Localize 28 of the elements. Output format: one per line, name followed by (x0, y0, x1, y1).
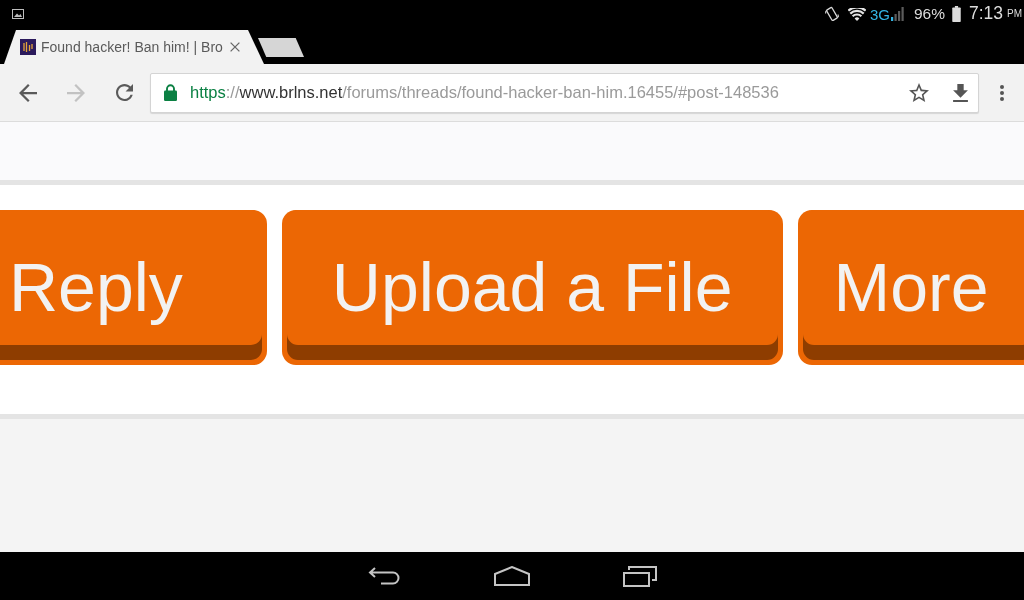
clock-meridiem: PM (1007, 9, 1022, 19)
home-icon (494, 566, 530, 586)
network-type-label: 3G (869, 6, 890, 22)
forward-arrow-icon (67, 83, 85, 102)
browser-tab[interactable]: Found hacker! Ban him! | Bro (4, 30, 264, 64)
battery-icon (951, 6, 961, 22)
star-icon (909, 83, 929, 102)
action-button[interactable]: Upload a File (281, 210, 783, 365)
reload-icon (115, 84, 133, 101)
close-tab-button[interactable] (230, 42, 240, 52)
back-icon (368, 567, 400, 585)
url-text: https://www.brlns.net/forums/threads/found-hacker-ban-him.16455/#post-148536 (190, 83, 779, 102)
image-notification-icon (12, 9, 24, 19)
more-vertical-icon (1000, 84, 1004, 101)
address-field[interactable]: https://www.brlns.net/forums/threads/found-hacker-ban-him.16455/#post-148536 (150, 72, 979, 113)
vibrate-icon (824, 6, 839, 22)
battery-percent: 96% (913, 6, 945, 22)
wifi-icon (847, 7, 866, 21)
signal-icon (890, 7, 904, 21)
close-icon (230, 42, 240, 52)
action-button[interactable]: More (797, 210, 1024, 365)
site-favicon-icon (20, 39, 36, 55)
clock-time: 7:13 (968, 5, 1003, 23)
back-arrow-icon (19, 83, 37, 102)
recents-icon (623, 565, 657, 587)
download-icon (952, 83, 968, 102)
action-button[interactable]: Reply (0, 210, 267, 365)
new-tab-button[interactable] (258, 38, 304, 57)
